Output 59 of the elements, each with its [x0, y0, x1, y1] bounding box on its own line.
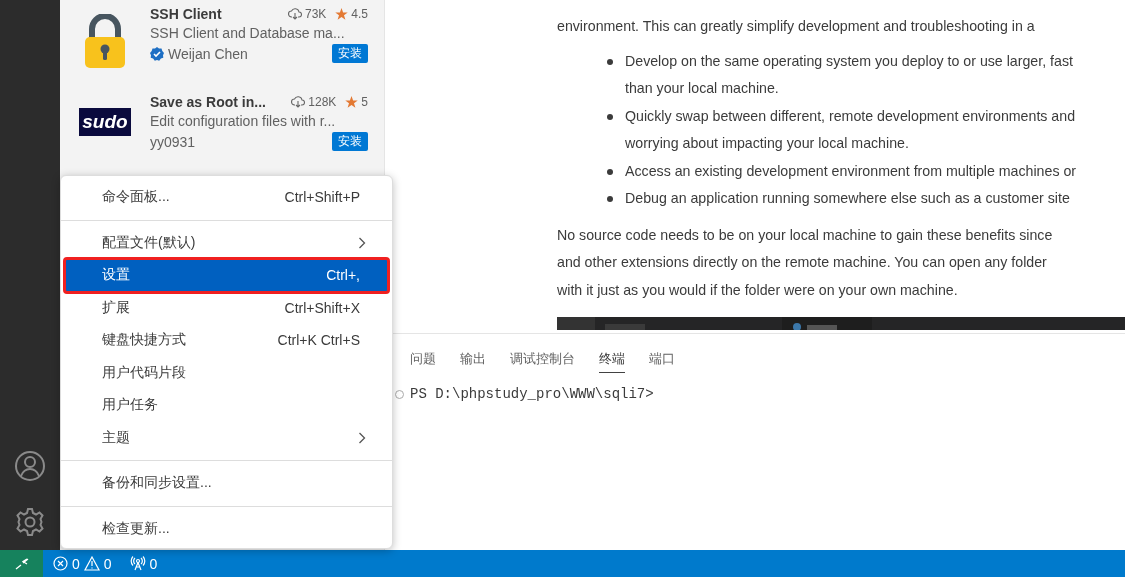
- list-item-text: Quickly swap between different, remote development environments and: [625, 106, 1076, 126]
- sudo-logo: sudo: [79, 108, 131, 136]
- panel-tab[interactable]: 问题: [410, 341, 436, 373]
- bullet-icon: [607, 196, 613, 202]
- menu-item[interactable]: 检查更新...: [65, 512, 388, 545]
- menu-item[interactable]: 主题: [65, 421, 388, 454]
- bullet-icon: [607, 113, 613, 120]
- menu-item[interactable]: 键盘快捷方式 Ctrl+K Ctrl+S: [65, 324, 388, 357]
- rating: 4.5: [351, 7, 368, 21]
- list-item-text: than your local machine.: [625, 79, 780, 98]
- menu-item[interactable]: 用户代码片段: [65, 356, 388, 389]
- settings-icon[interactable]: [14, 506, 46, 538]
- rating: 5: [361, 95, 368, 109]
- install-button[interactable]: 安装: [332, 44, 368, 63]
- publisher-name: Weijan Chen: [168, 45, 248, 62]
- panel-tab[interactable]: 调试控制台: [510, 341, 575, 373]
- antenna-icon: [129, 556, 146, 571]
- menu-item[interactable]: 设置 Ctrl+,: [65, 259, 388, 292]
- extension-name: Save as Root in...: [150, 94, 266, 110]
- extension-description: SSH Client and Database ma...: [150, 25, 346, 41]
- remote-icon: [14, 557, 29, 570]
- ports-status[interactable]: 0: [129, 555, 158, 572]
- paragraph-text: with it just as you would if the folder were on your own machine.: [557, 280, 959, 300]
- error-icon: [53, 556, 68, 571]
- terminal-prompt: PS D:\phpstudy_pro\WWW\sqli7>: [410, 386, 654, 402]
- extension-item[interactable]: sudo Save as Root in... 128K 5 Edit configuration files with r... yy0931 安装: [60, 88, 384, 176]
- panel-tab[interactable]: 输出: [460, 341, 486, 373]
- menu-item[interactable]: 用户任务: [65, 389, 388, 422]
- menu-item[interactable]: 配置文件(默认): [65, 226, 388, 259]
- bullet-icon: [607, 168, 613, 175]
- padlock-icon: [83, 14, 127, 70]
- list-item-text: worrying about impacting your local machine.: [625, 134, 910, 153]
- panel-tab[interactable]: 终端: [599, 341, 625, 373]
- remote-button[interactable]: [0, 550, 43, 577]
- download-count: 73K: [304, 7, 327, 21]
- download-icon: [287, 8, 302, 20]
- paragraph-text: environment. This can greatly simplify development and troubleshooting in a: [557, 17, 1036, 36]
- download-count: 128K: [308, 95, 337, 109]
- extension-item[interactable]: SSH Client 73K 4.5 SSH Client and Database ma... Weijan Chen 安装: [60, 0, 384, 88]
- paragraph-text: No source code needs to be on your local machine to gain these benefits since: [557, 225, 1054, 245]
- warning-icon: [83, 556, 100, 571]
- list-item-text: Debug an application running somewhere else such as a customer site: [625, 189, 1070, 208]
- menu-item[interactable]: 命令面板... Ctrl+Shift+P: [65, 181, 388, 214]
- paragraph-text: and other extensions directly on the remote machine. You can open any folder: [557, 253, 1048, 272]
- account-icon[interactable]: [14, 450, 46, 482]
- star-icon: [345, 95, 359, 109]
- problems-status[interactable]: 0 0: [53, 555, 112, 572]
- install-button[interactable]: 安装: [332, 132, 368, 151]
- extension-description: Edit configuration files with r...: [150, 113, 337, 129]
- list-item-text: Develop on the same operating system you deploy to or use larger, fast: [625, 51, 1073, 71]
- download-icon: [291, 96, 306, 108]
- bullet-icon: [607, 58, 613, 65]
- star-icon: [335, 7, 349, 21]
- menu-item[interactable]: 备份和同步设置...: [65, 467, 388, 500]
- extension-name: SSH Client: [150, 6, 222, 22]
- list-item-text: Access an existing development environment from multiple machines or: [625, 161, 1077, 181]
- menu-item[interactable]: 扩展 Ctrl+Shift+X: [65, 291, 388, 324]
- publisher-name: yy0931: [150, 133, 196, 150]
- panel-tab[interactable]: 端口: [649, 341, 675, 373]
